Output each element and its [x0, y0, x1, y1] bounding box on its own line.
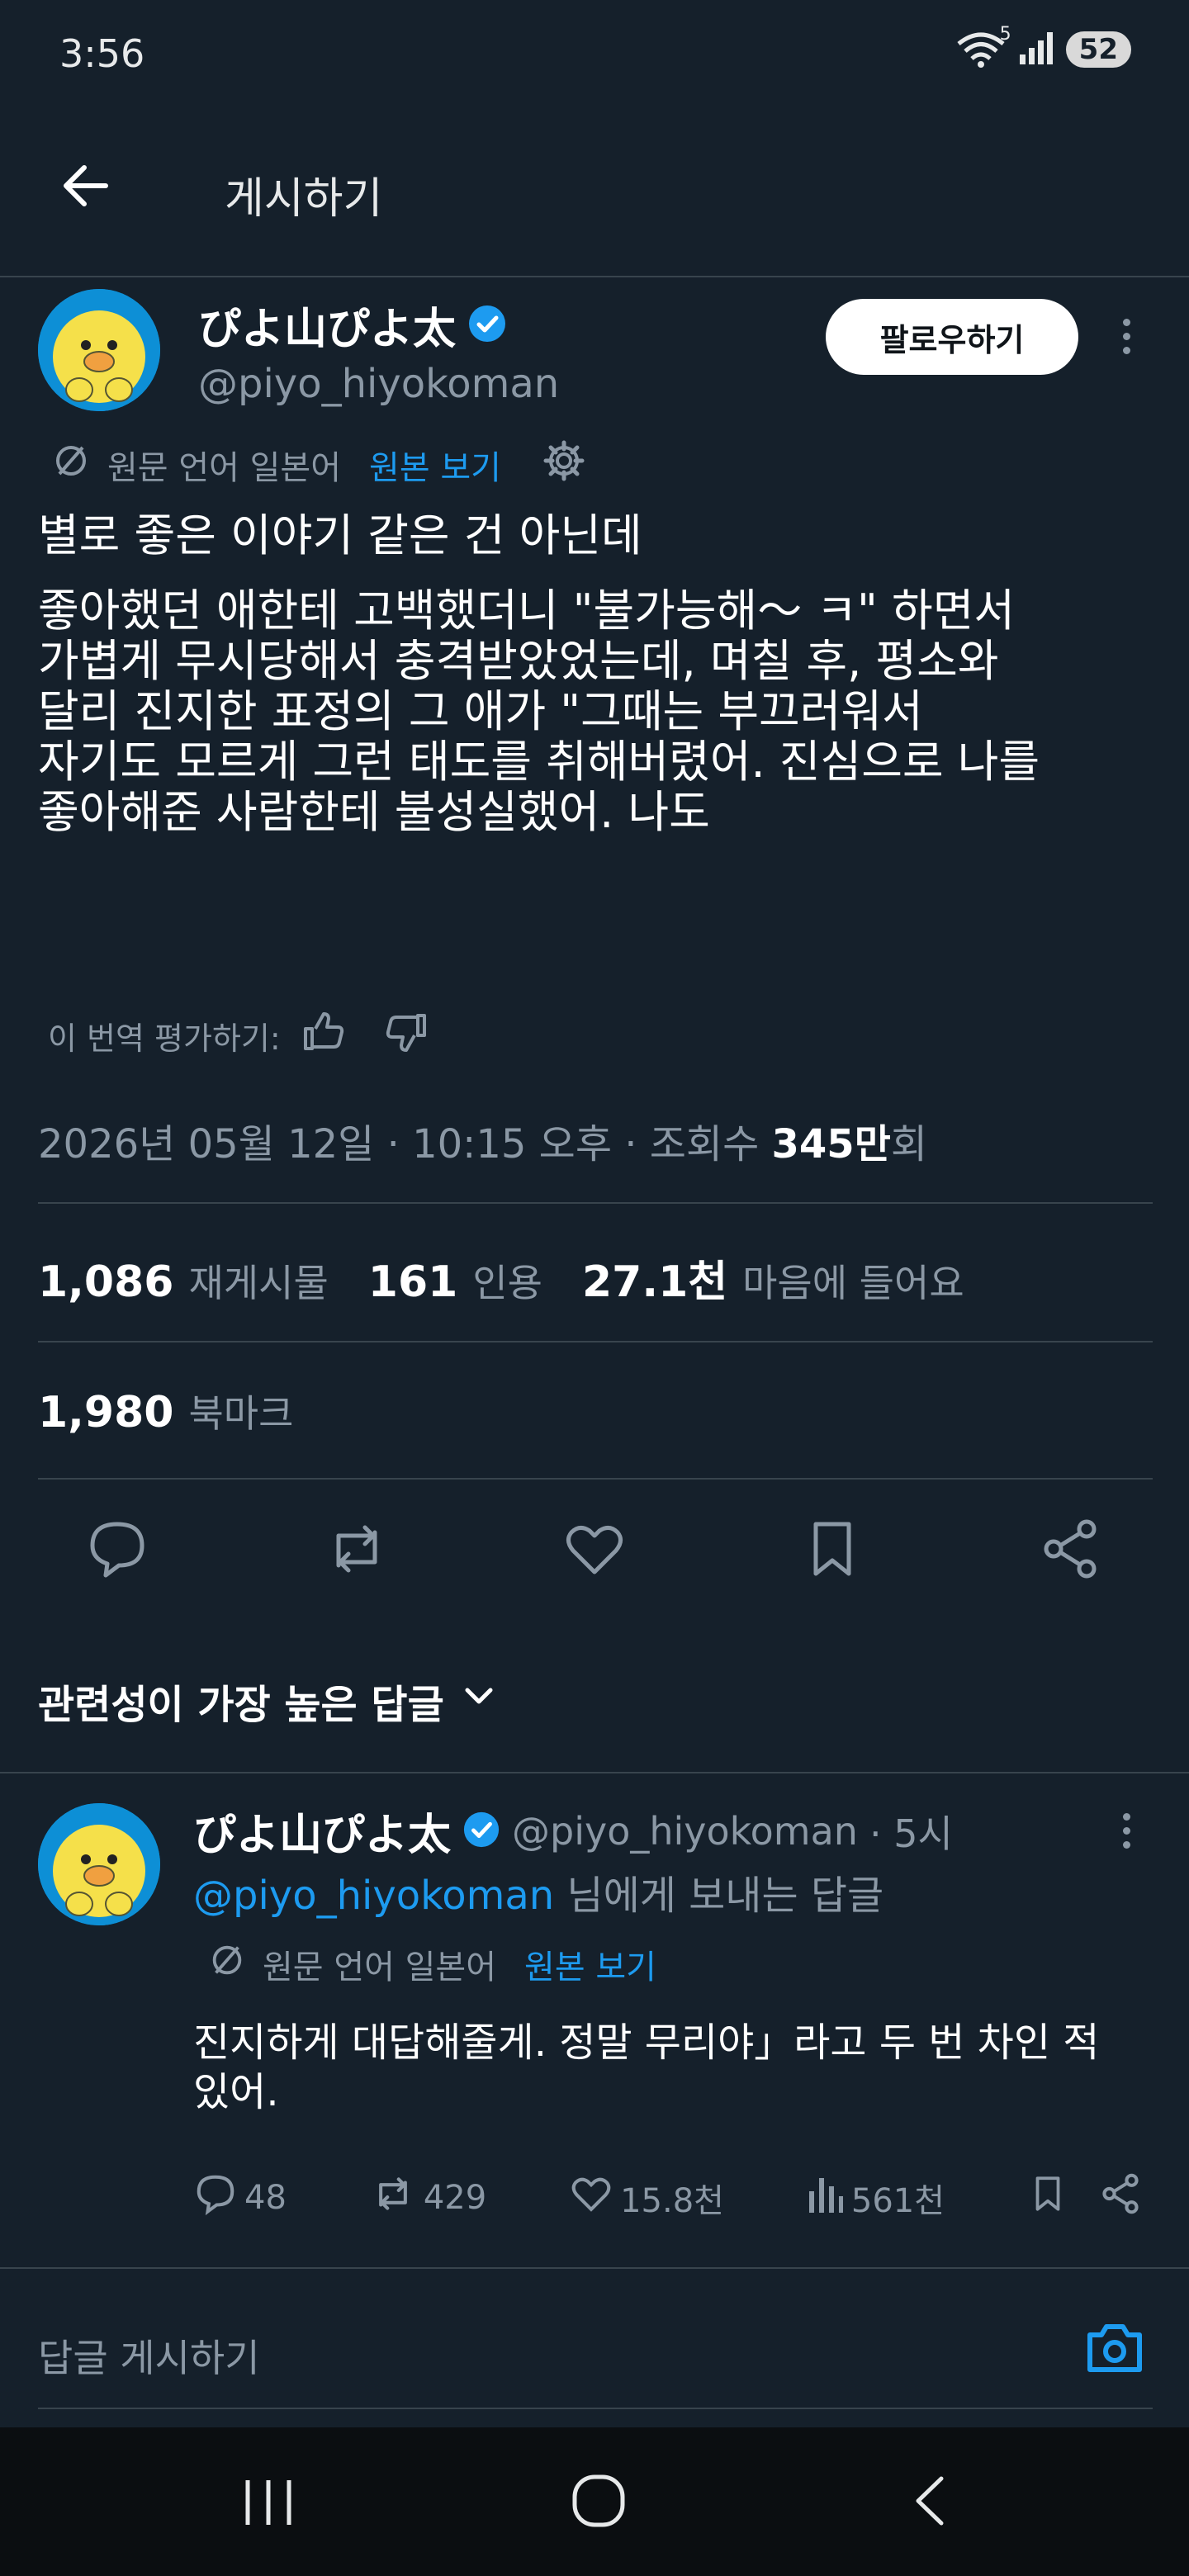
post-line: 달리 진지한 표정의 그 애가 "그때는 부끄러워서 — [38, 685, 923, 737]
header-divider — [0, 276, 1189, 277]
post-body: 별로 좋은 이야기 같은 건 아닌데 좋아했던 애한테 고백했더니 "불가능해～… — [38, 510, 1161, 837]
likes-count[interactable]: 27.1천 — [582, 1247, 727, 1309]
reply-like-button[interactable]: 15.8천 — [569, 2171, 724, 2224]
post-line: 자기도 모르게 그런 태도를 취해버렸어. 진심으로 나를 — [38, 736, 1040, 788]
post-line: 좋아했던 애한테 고백했더니 "불가능해～ ㅋ" 하면서 — [38, 585, 1016, 637]
replying-to: @piyo_hiyokoman 님에게 보내는 답글 — [193, 1863, 883, 1920]
wifi-icon: 5 — [955, 24, 1011, 69]
reply-likes-count: 15.8천 — [620, 2182, 724, 2220]
reply-repost-button[interactable]: 429 — [369, 2171, 486, 2224]
signal-icon — [1018, 30, 1054, 69]
author-handle[interactable]: @piyo_hiyokoman — [198, 361, 559, 407]
reply-author-handle[interactable]: @piyo_hiyokoman — [512, 1809, 858, 1854]
reply-extra-actions — [1027, 2171, 1143, 2224]
reply-more-options-icon[interactable] — [1123, 1813, 1130, 1849]
follow-button[interactable]: 팔로우하기 — [826, 299, 1078, 375]
divider — [38, 1341, 1153, 1342]
back-icon[interactable] — [908, 2474, 950, 2531]
replies-sort-label: 관련성이 가장 높은 답글 — [38, 1682, 444, 1728]
repost-icon — [369, 2171, 417, 2224]
wifi-badge: 5 — [999, 24, 1011, 45]
reply-icon[interactable] — [84, 1516, 150, 1582]
home-icon[interactable] — [570, 2472, 628, 2533]
status-time: 3:56 — [59, 31, 145, 76]
reply-author-row: ぴよ山ぴよ太 @piyo_hiyokoman · 5시 — [193, 1800, 953, 1862]
rate-translation-label: 이 번역 평가하기: — [48, 1020, 281, 1057]
camera-icon[interactable] — [1083, 2317, 1146, 2383]
engagement-stats: 1,086 재게시물 161 인용 27.1천 마음에 들어요 — [38, 1247, 964, 1309]
bookmarks-count[interactable]: 1,980 — [38, 1388, 173, 1437]
reply-actions: 48 429 15.8천 561천 — [193, 2171, 1143, 2224]
quotes-count[interactable]: 161 — [368, 1257, 458, 1307]
reply-avatar[interactable] — [38, 1803, 160, 1925]
chevron-down-icon — [461, 1678, 497, 1724]
repost-icon[interactable] — [324, 1516, 390, 1582]
divider — [0, 2267, 1189, 2269]
reply-translation-row: 원문 언어 일본어 원본 보기 — [208, 1940, 656, 1988]
divider — [38, 2408, 1153, 2409]
post-line: 별로 좋은 이야기 같은 건 아닌데 — [38, 509, 642, 561]
quotes-label[interactable]: 인용 — [472, 1253, 542, 1308]
avatar[interactable] — [38, 289, 160, 411]
bookmark-stats: 1,980 북마크 — [38, 1384, 293, 1438]
share-icon[interactable] — [1037, 1516, 1103, 1582]
bookmarks-label[interactable]: 북마크 — [188, 1384, 293, 1438]
like-heart-icon — [569, 2171, 613, 2224]
reply-reposts-count: 429 — [423, 2179, 487, 2217]
translate-icon — [208, 1941, 246, 1987]
reposts-count[interactable]: 1,086 — [38, 1257, 173, 1307]
reply-author-name[interactable]: ぴよ山ぴよ太 — [193, 1800, 451, 1862]
author-block: ぴよ山ぴよ太 @piyo_hiyokoman — [198, 294, 559, 407]
thumbs-up-icon[interactable] — [301, 1009, 347, 1063]
verified-badge-icon — [462, 1811, 500, 1852]
reply-line: 진지하게 대답해줄게. 정말 무리야」라고 두 번 차인 적 — [193, 2020, 1100, 2066]
reply-views-button[interactable]: 561천 — [807, 2173, 945, 2223]
views-count: 345만 — [771, 1121, 891, 1167]
post-timestamp: 2026년 05월 12일 · 10:15 오후 · 조회수 — [38, 1121, 772, 1167]
replies-sort-dropdown[interactable]: 관련성이 가장 높은 답글 — [38, 1672, 497, 1730]
reply-show-original-link[interactable]: 원본 보기 — [524, 1940, 656, 1988]
show-original-link[interactable]: 원본 보기 — [369, 441, 501, 489]
reply-replies-count: 48 — [244, 2179, 287, 2217]
bookmark-icon[interactable] — [1027, 2171, 1068, 2224]
verified-badge-icon — [467, 304, 507, 347]
post-meta: 2026년 05월 12일 · 10:15 오후 · 조회수 345만회 — [38, 1111, 927, 1169]
reply-translation-note: 원문 언어 일본어 — [263, 1949, 497, 1986]
recent-apps-icon[interactable] — [239, 2475, 297, 2533]
author-name[interactable]: ぴよ山ぴよ太 — [198, 294, 456, 356]
post-line: 가볍게 무시당해서 충격받았었는데, 며칠 후, 평소와 — [38, 635, 999, 687]
reply-views-count: 561천 — [850, 2182, 945, 2220]
translation-note: 원문 언어 일본어 — [107, 449, 342, 487]
rate-translation-row: 이 번역 평가하기: — [48, 1009, 429, 1063]
settings-gear-icon[interactable] — [542, 439, 585, 490]
share-icon[interactable] — [1098, 2171, 1143, 2224]
views-bar-chart-icon — [807, 2173, 845, 2223]
page-title: 게시하기 — [225, 174, 383, 224]
bookmark-icon[interactable] — [799, 1516, 865, 1582]
reply-icon — [193, 2171, 238, 2224]
reply-line: 있어. — [193, 2069, 279, 2115]
like-heart-icon[interactable] — [561, 1516, 628, 1582]
divider — [38, 1202, 1153, 1204]
translate-icon — [51, 441, 91, 489]
post-line: 좋아해준 사람한테 불성실했어. 나도 — [38, 786, 710, 838]
views-suffix: 회 — [890, 1121, 928, 1167]
reply-time: · 5시 — [869, 1811, 953, 1856]
system-nav-bar — [0, 2427, 1189, 2576]
reply-compose-input[interactable]: 답글 게시하기 — [38, 2328, 260, 2383]
translation-row: 원문 언어 일본어 원본 보기 — [51, 439, 585, 490]
more-options-icon[interactable] — [1123, 319, 1130, 354]
reply-reply-button[interactable]: 48 — [193, 2171, 287, 2224]
divider — [0, 1772, 1189, 1773]
status-icons: 5 52 — [955, 24, 1131, 69]
divider — [38, 1478, 1153, 1480]
reply-body: 진지하게 대답해줄게. 정말 무리야」라고 두 번 차인 적 있어. — [193, 2018, 1143, 2117]
replying-to-handle[interactable]: @piyo_hiyokoman — [193, 1873, 554, 1919]
likes-label[interactable]: 마음에 들어요 — [742, 1253, 964, 1308]
battery-indicator: 52 — [1065, 31, 1131, 68]
back-arrow-icon[interactable] — [58, 157, 116, 215]
thumbs-down-icon[interactable] — [383, 1009, 429, 1063]
replying-to-suffix: 님에게 보내는 답글 — [554, 1873, 884, 1919]
reposts-label[interactable]: 재게시물 — [188, 1253, 328, 1308]
